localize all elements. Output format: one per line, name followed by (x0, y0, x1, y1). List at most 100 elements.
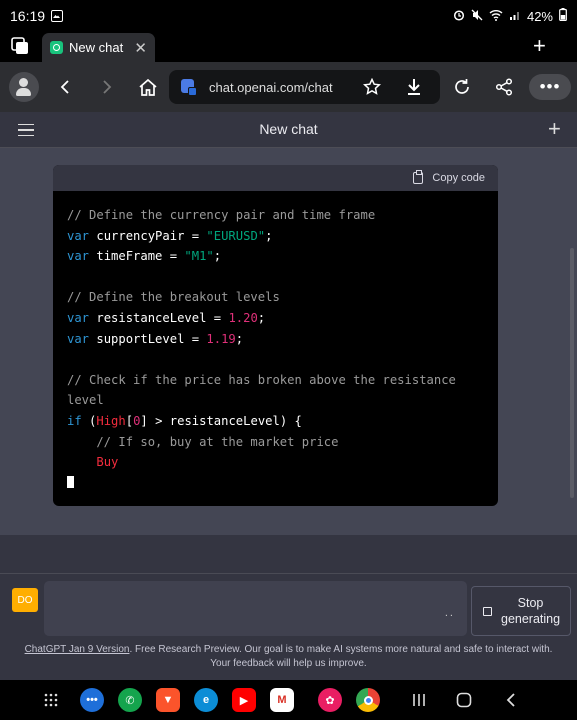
new-tab-icon[interactable]: + (533, 34, 546, 58)
code-token: 1.19 (206, 331, 236, 346)
profile-icon[interactable] (9, 72, 39, 102)
tab-title: New chat (69, 40, 124, 55)
code-token: ; (257, 310, 266, 325)
code-line: level (67, 390, 484, 411)
code-token: if (67, 413, 82, 428)
chrome-icon[interactable] (356, 688, 380, 712)
code-line: var currencyPair = "EURUSD"; (67, 226, 484, 247)
code-line: // Define the currency pair and time fra… (67, 205, 484, 226)
code-block: Copy code // Define the currency pair an… (53, 165, 498, 506)
code-line: var resistanceLevel = 1.20; (67, 308, 484, 329)
code-line: var timeFrame = "M1"; (67, 246, 484, 267)
edge-icon[interactable]: e (194, 688, 218, 712)
url-text: chat.openai.com/chat (209, 80, 333, 95)
typing-cursor (67, 475, 74, 488)
tabs-overview-icon[interactable] (11, 37, 29, 55)
code-token: ] > resistanceLevel) { (140, 413, 302, 428)
site-info-icon-badge (188, 87, 197, 96)
code-line: // If so, buy at the market price (67, 432, 484, 453)
code-line: // Define the breakout levels (67, 287, 484, 308)
battery-icon (559, 8, 567, 24)
clipboard-icon[interactable] (413, 170, 424, 184)
code-token: level (67, 393, 104, 408)
code-token: // Define the breakout levels (67, 290, 280, 305)
mute-icon (471, 9, 483, 24)
chat-message-area: Copy code // Define the currency pair an… (0, 148, 577, 535)
stop-label-line1: Stop (517, 596, 544, 610)
code-token: // Define the currency pair and time fra… (67, 208, 376, 222)
home-button-icon[interactable] (455, 688, 473, 712)
code-token: ( (81, 413, 97, 428)
stop-generating-label: Stop generating (501, 595, 560, 627)
brave-icon[interactable]: ▼ (156, 688, 180, 712)
download-icon[interactable] (406, 78, 422, 99)
chat-bottom-spacer (0, 535, 577, 573)
more-menu-icon[interactable]: ••• (529, 74, 571, 100)
chat-header: New chat + (0, 112, 577, 148)
home-icon[interactable] (136, 62, 160, 112)
code-token: var (67, 249, 90, 264)
code-line: if (High[0] > resistanceLevel) { (67, 411, 484, 432)
code-line: Buy (67, 452, 484, 473)
favorite-star-icon[interactable] (362, 77, 382, 99)
code-token: // If so, buy at the market price (67, 434, 339, 449)
phone-icon[interactable]: ✆ (118, 688, 142, 712)
message-input[interactable]: .. (44, 581, 467, 636)
page-title: New chat (259, 121, 318, 137)
signal-icon (509, 9, 521, 24)
code-token: High (96, 413, 126, 428)
code-token: ; (265, 228, 273, 243)
stop-generating-button[interactable]: Stop generating (471, 586, 571, 636)
code-token: var (67, 228, 90, 243)
code-body: // Define the currency pair and time fra… (53, 191, 498, 493)
close-tab-icon[interactable]: ✕ (134, 39, 147, 57)
code-token: currencyPair = (89, 228, 207, 243)
code-token: var (67, 331, 90, 346)
address-bar[interactable]: chat.openai.com/chat (169, 70, 440, 104)
youtube-icon[interactable]: ▶ (232, 688, 256, 712)
back-icon[interactable] (55, 62, 75, 112)
status-bar: 16:19 42% (0, 0, 577, 32)
stop-icon (483, 606, 492, 616)
copy-code-button[interactable]: Copy code (432, 172, 485, 184)
avatar: DO (12, 588, 38, 612)
forward-icon[interactable] (97, 62, 117, 112)
status-time: 16:19 (10, 8, 46, 24)
code-token: ; (213, 249, 222, 264)
browser-toolbar: chat.openai.com/chat ••• (0, 62, 577, 112)
alarm-icon (453, 9, 465, 24)
stop-label-line2: generating (501, 612, 561, 626)
code-token: resistanceLevel = (89, 310, 229, 325)
code-token: [ (125, 413, 134, 428)
back-button-icon[interactable] (502, 688, 520, 712)
wifi-icon (489, 9, 503, 24)
code-token: timeFrame = (89, 249, 185, 264)
share-icon[interactable] (493, 62, 515, 112)
code-token: "M1" (184, 249, 214, 264)
flower-icon[interactable]: ✿ (318, 688, 342, 712)
gmail-icon[interactable]: M (270, 688, 294, 712)
footer-disclaimer: ChatGPT Jan 9 Version. Free Research Pre… (0, 643, 577, 671)
tab-new-chat[interactable]: New chat ✕ (42, 33, 155, 62)
code-line: var supportLevel = 1.19; (67, 329, 484, 350)
typing-indicator: .. (444, 607, 455, 619)
code-token: var (67, 310, 90, 325)
code-token: // Check if the price has broken above t… (67, 372, 456, 387)
recent-apps-icon[interactable] (410, 688, 428, 712)
composer: DO .. Stop generating ChatGPT Jan 9 Vers… (0, 573, 577, 680)
code-token: 1.20 (228, 310, 258, 325)
code-line: // Check if the price has broken above t… (67, 370, 484, 391)
version-link[interactable]: ChatGPT Jan 9 Version (25, 644, 130, 655)
code-token: "EURUSD" (206, 228, 266, 243)
code-token: ; (235, 331, 244, 346)
android-nav-bar: ••• ✆ ▼ e ▶ M ✿ (0, 680, 577, 720)
refresh-icon[interactable] (452, 62, 472, 112)
new-chat-icon[interactable]: + (548, 117, 561, 141)
code-line (67, 473, 484, 494)
messages-icon[interactable]: ••• (80, 688, 104, 712)
scrollbar[interactable] (570, 248, 574, 498)
app-drawer-icon[interactable] (42, 688, 60, 712)
code-token: Buy (96, 455, 119, 470)
